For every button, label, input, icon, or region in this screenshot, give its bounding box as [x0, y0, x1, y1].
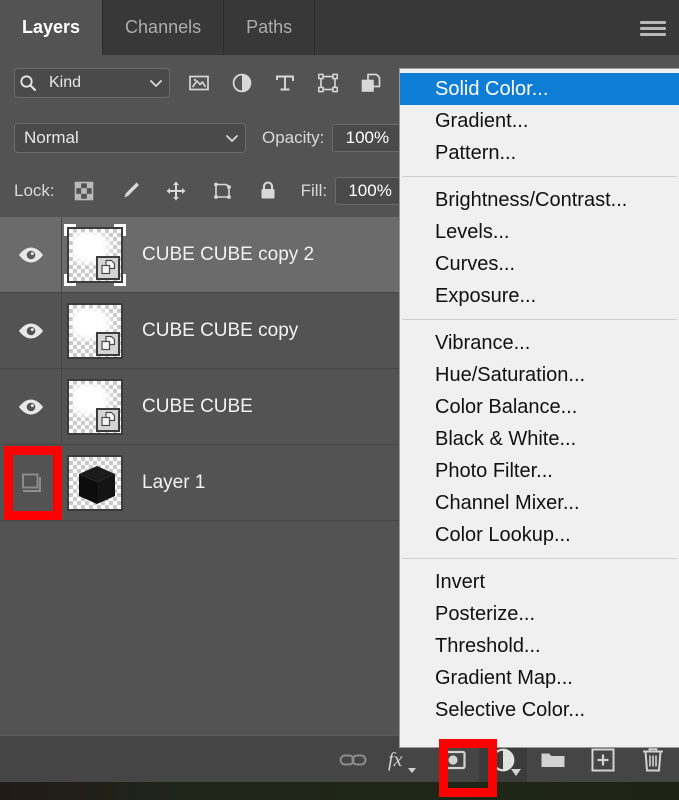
- lock-all-icon[interactable]: [255, 178, 281, 204]
- lock-image-pixels-icon[interactable]: [117, 178, 143, 204]
- lock-artboard-nesting-icon[interactable]: [209, 178, 235, 204]
- search-icon: [15, 70, 41, 96]
- type-layers-filter-icon[interactable]: [272, 70, 298, 96]
- eye-icon: [18, 247, 43, 262]
- menu-group-special: Invert Posterize... Threshold... Gradien…: [400, 566, 679, 726]
- layer-thumbnail-wrap[interactable]: [64, 376, 126, 438]
- panel-tab-bar: Layers Channels Paths: [0, 0, 679, 55]
- layer-visibility-toggle[interactable]: [0, 293, 62, 368]
- plus-square-icon: [591, 748, 615, 771]
- hamburger-menu-icon[interactable]: [637, 14, 669, 42]
- menu-item-pattern[interactable]: Pattern...: [400, 137, 679, 169]
- smart-object-filter-icon[interactable]: [358, 70, 384, 96]
- layer-mask-icon: [440, 750, 466, 769]
- menu-item-black-and-white[interactable]: Black & White...: [400, 423, 679, 455]
- link-layers-button[interactable]: [329, 737, 377, 782]
- desktop-background-strip: [0, 782, 679, 800]
- menu-item-channel-mixer[interactable]: Channel Mixer...: [400, 487, 679, 519]
- layer-name[interactable]: CUBE CUBE copy 2: [142, 244, 314, 266]
- shape-layers-filter-icon[interactable]: [315, 70, 341, 96]
- tab-paths[interactable]: Paths: [224, 0, 316, 55]
- link-icon: [339, 754, 367, 765]
- menu-item-gradient[interactable]: Gradient...: [400, 105, 679, 137]
- lock-buttons: [71, 178, 281, 204]
- layer-visibility-toggle[interactable]: [0, 217, 62, 292]
- panel-tabs: Layers Channels Paths: [0, 0, 679, 55]
- menu-item-posterize[interactable]: Posterize...: [400, 598, 679, 630]
- lock-transparent-pixels-icon[interactable]: [71, 178, 97, 204]
- eye-icon: [18, 323, 43, 338]
- layer-name[interactable]: CUBE CUBE: [142, 396, 253, 418]
- menu-item-gradient-map[interactable]: Gradient Map...: [400, 662, 679, 694]
- blend-mode-dropdown[interactable]: Normal: [14, 122, 246, 153]
- menu-item-color-balance[interactable]: Color Balance...: [400, 391, 679, 423]
- filter-type-icons: [186, 70, 384, 96]
- menu-separator: [402, 319, 677, 320]
- adjustment-layers-filter-icon[interactable]: [229, 70, 255, 96]
- menu-item-solid-color[interactable]: Solid Color...: [400, 73, 679, 105]
- folder-icon: [541, 753, 565, 767]
- smart-object-badge: [96, 407, 120, 432]
- eye-off-icon: [21, 473, 41, 492]
- smart-object-cloud-thumbnail: [67, 226, 123, 283]
- chevron-down-icon: [143, 70, 169, 96]
- blend-mode-value: Normal: [24, 127, 79, 147]
- layer-thumbnail-wrap[interactable]: [64, 452, 126, 514]
- lock-position-icon[interactable]: [163, 178, 189, 204]
- hamburger-line: [640, 20, 666, 24]
- photoshop-layers-panel-screenshot: Layers Channels Paths Kind Normal Opacit…: [0, 0, 679, 800]
- tab-bar-spacer: [315, 0, 679, 55]
- menu-item-exposure[interactable]: Exposure...: [400, 280, 679, 312]
- chevron-down-icon: [219, 125, 245, 151]
- layer-visibility-toggle[interactable]: [0, 369, 62, 444]
- opacity-label: Opacity:: [262, 127, 325, 147]
- svg-text:fx: fx: [388, 749, 403, 771]
- menu-group-fill: Solid Color... Gradient... Pattern...: [400, 69, 679, 169]
- tab-layers-label: Layers: [22, 17, 81, 37]
- menu-item-selective-color[interactable]: Selective Color...: [400, 694, 679, 726]
- menu-item-color-lookup[interactable]: Color Lookup...: [400, 519, 679, 551]
- menu-item-photo-filter[interactable]: Photo Filter...: [400, 455, 679, 487]
- menu-item-vibrance[interactable]: Vibrance...: [400, 327, 679, 359]
- pixel-layers-filter-icon[interactable]: [186, 70, 212, 96]
- filter-kind-dropdown[interactable]: Kind: [14, 67, 170, 98]
- layer-name[interactable]: Layer 1: [142, 472, 205, 494]
- hamburger-line: [640, 32, 666, 36]
- tab-layers[interactable]: Layers: [0, 0, 104, 55]
- menu-separator: [402, 176, 677, 177]
- layer-thumbnail-wrap[interactable]: [64, 223, 126, 286]
- smart-object-cloud-thumbnail: [67, 302, 123, 359]
- trash-icon: [643, 747, 663, 771]
- smart-object-cloud-thumbnail: [67, 378, 123, 435]
- menu-separator: [402, 558, 677, 559]
- tab-channels-label: Channels: [125, 17, 202, 37]
- eye-icon: [18, 399, 43, 414]
- black-cube-thumbnail: [67, 454, 123, 511]
- menu-item-threshold[interactable]: Threshold...: [400, 630, 679, 662]
- menu-item-hue-saturation[interactable]: Hue/Saturation...: [400, 359, 679, 391]
- opacity-input[interactable]: 100%: [332, 123, 403, 152]
- menu-item-brightness-contrast[interactable]: Brightness/Contrast...: [400, 184, 679, 216]
- new-adjustment-layer-menu[interactable]: Solid Color... Gradient... Pattern... Br…: [399, 68, 679, 748]
- layer-name[interactable]: CUBE CUBE copy: [142, 320, 298, 342]
- smart-object-badge: [96, 255, 120, 280]
- fill-input[interactable]: 100%: [335, 177, 406, 205]
- tab-channels[interactable]: Channels: [103, 0, 225, 55]
- cube-artwork: [79, 465, 115, 504]
- caret-down-icon: [511, 769, 521, 776]
- menu-group-tonal: Brightness/Contrast... Levels... Curves.…: [400, 184, 679, 312]
- menu-item-levels[interactable]: Levels...: [400, 216, 679, 248]
- layer-thumbnail-wrap[interactable]: [64, 300, 126, 362]
- filter-kind-value: Kind: [49, 73, 82, 91]
- fx-icon: fx: [388, 749, 416, 773]
- hamburger-line: [640, 26, 666, 30]
- layer-visibility-toggle[interactable]: [0, 445, 62, 520]
- menu-item-invert[interactable]: Invert: [400, 566, 679, 598]
- lock-label: Lock:: [14, 181, 55, 200]
- tab-paths-label: Paths: [246, 17, 293, 37]
- menu-group-color: Vibrance... Hue/Saturation... Color Bala…: [400, 327, 679, 551]
- fill-label: Fill:: [300, 181, 328, 200]
- menu-item-curves[interactable]: Curves...: [400, 248, 679, 280]
- smart-object-badge: [96, 331, 120, 356]
